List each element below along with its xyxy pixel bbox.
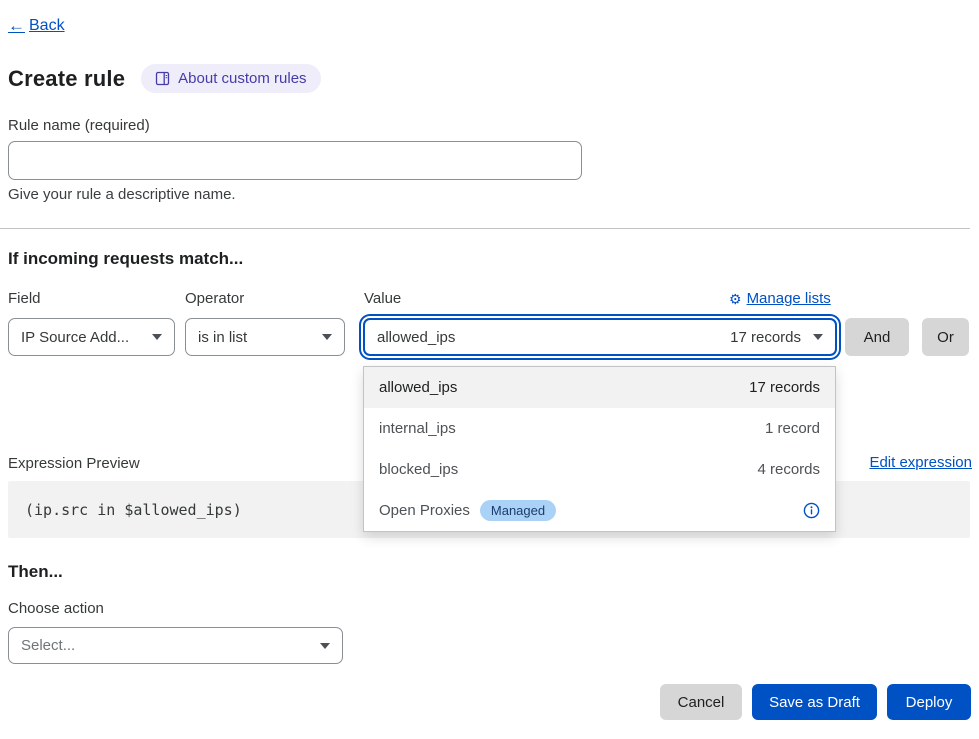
edit-expression-link[interactable]: Edit expression bbox=[869, 454, 972, 471]
create-rule-page: ←Back Create rule About custom rules Rul… bbox=[0, 0, 979, 739]
chevron-down-icon bbox=[320, 643, 330, 649]
title-row: Create rule About custom rules bbox=[8, 64, 321, 93]
about-custom-rules-link[interactable]: About custom rules bbox=[141, 64, 320, 93]
info-icon[interactable] bbox=[803, 502, 820, 519]
and-button[interactable]: And bbox=[845, 318, 909, 356]
chevron-down-icon bbox=[813, 334, 823, 340]
action-select-placeholder: Select... bbox=[21, 637, 75, 654]
value-dropdown-panel: allowed_ips 17 records internal_ips 1 re… bbox=[363, 366, 836, 532]
managed-badge: Managed bbox=[480, 500, 556, 521]
then-section-title: Then... bbox=[8, 562, 63, 582]
back-link[interactable]: ←Back bbox=[8, 16, 65, 36]
list-records: 17 records bbox=[749, 379, 820, 396]
list-name: Open Proxies bbox=[379, 502, 470, 519]
arrow-left-icon: ← bbox=[8, 16, 25, 36]
dropdown-item-blocked-ips[interactable]: blocked_ips 4 records bbox=[364, 449, 835, 490]
list-records: 4 records bbox=[757, 461, 820, 478]
list-records: 1 record bbox=[765, 420, 820, 437]
rule-name-input[interactable] bbox=[8, 141, 582, 180]
book-icon bbox=[155, 71, 170, 86]
value-select-name: allowed_ips bbox=[377, 329, 455, 346]
gear-icon: ⚙ bbox=[729, 292, 742, 306]
chevron-down-icon bbox=[152, 334, 162, 340]
operator-select-value: is in list bbox=[198, 329, 247, 346]
field-select[interactable]: IP Source Add... bbox=[8, 318, 175, 356]
manage-lists-link[interactable]: ⚙ Manage lists bbox=[729, 290, 831, 307]
list-name: blocked_ips bbox=[379, 461, 458, 478]
dropdown-item-open-proxies[interactable]: Open Proxies Managed bbox=[364, 490, 835, 531]
rule-name-helper: Give your rule a descriptive name. bbox=[8, 186, 236, 203]
or-button[interactable]: Or bbox=[922, 318, 969, 356]
page-title: Create rule bbox=[8, 66, 125, 92]
match-section-title: If incoming requests match... bbox=[8, 249, 243, 269]
chevron-down-icon bbox=[322, 334, 332, 340]
action-select[interactable]: Select... bbox=[8, 627, 343, 664]
save-as-draft-button[interactable]: Save as Draft bbox=[752, 684, 877, 720]
dropdown-item-internal-ips[interactable]: internal_ips 1 record bbox=[364, 408, 835, 449]
deploy-button[interactable]: Deploy bbox=[887, 684, 971, 720]
section-divider bbox=[0, 228, 970, 229]
choose-action-label: Choose action bbox=[8, 600, 104, 617]
back-label: Back bbox=[29, 17, 65, 35]
cancel-button[interactable]: Cancel bbox=[660, 684, 742, 720]
operator-select[interactable]: is in list bbox=[185, 318, 345, 356]
dropdown-item-allowed-ips[interactable]: allowed_ips 17 records bbox=[364, 367, 835, 408]
rule-name-label: Rule name (required) bbox=[8, 117, 150, 134]
field-select-value: IP Source Add... bbox=[21, 329, 129, 346]
about-custom-rules-label: About custom rules bbox=[178, 70, 306, 87]
expression-preview-label: Expression Preview bbox=[8, 455, 140, 472]
manage-lists-label: Manage lists bbox=[747, 290, 831, 307]
value-select[interactable]: allowed_ips 17 records bbox=[363, 318, 837, 356]
list-name: allowed_ips bbox=[379, 379, 457, 396]
value-label: Value bbox=[364, 290, 401, 307]
expression-code: (ip.src in $allowed_ips) bbox=[25, 501, 242, 519]
field-label: Field bbox=[8, 290, 41, 307]
operator-label: Operator bbox=[185, 290, 244, 307]
list-name: internal_ips bbox=[379, 420, 456, 437]
value-select-records: 17 records bbox=[730, 329, 801, 346]
